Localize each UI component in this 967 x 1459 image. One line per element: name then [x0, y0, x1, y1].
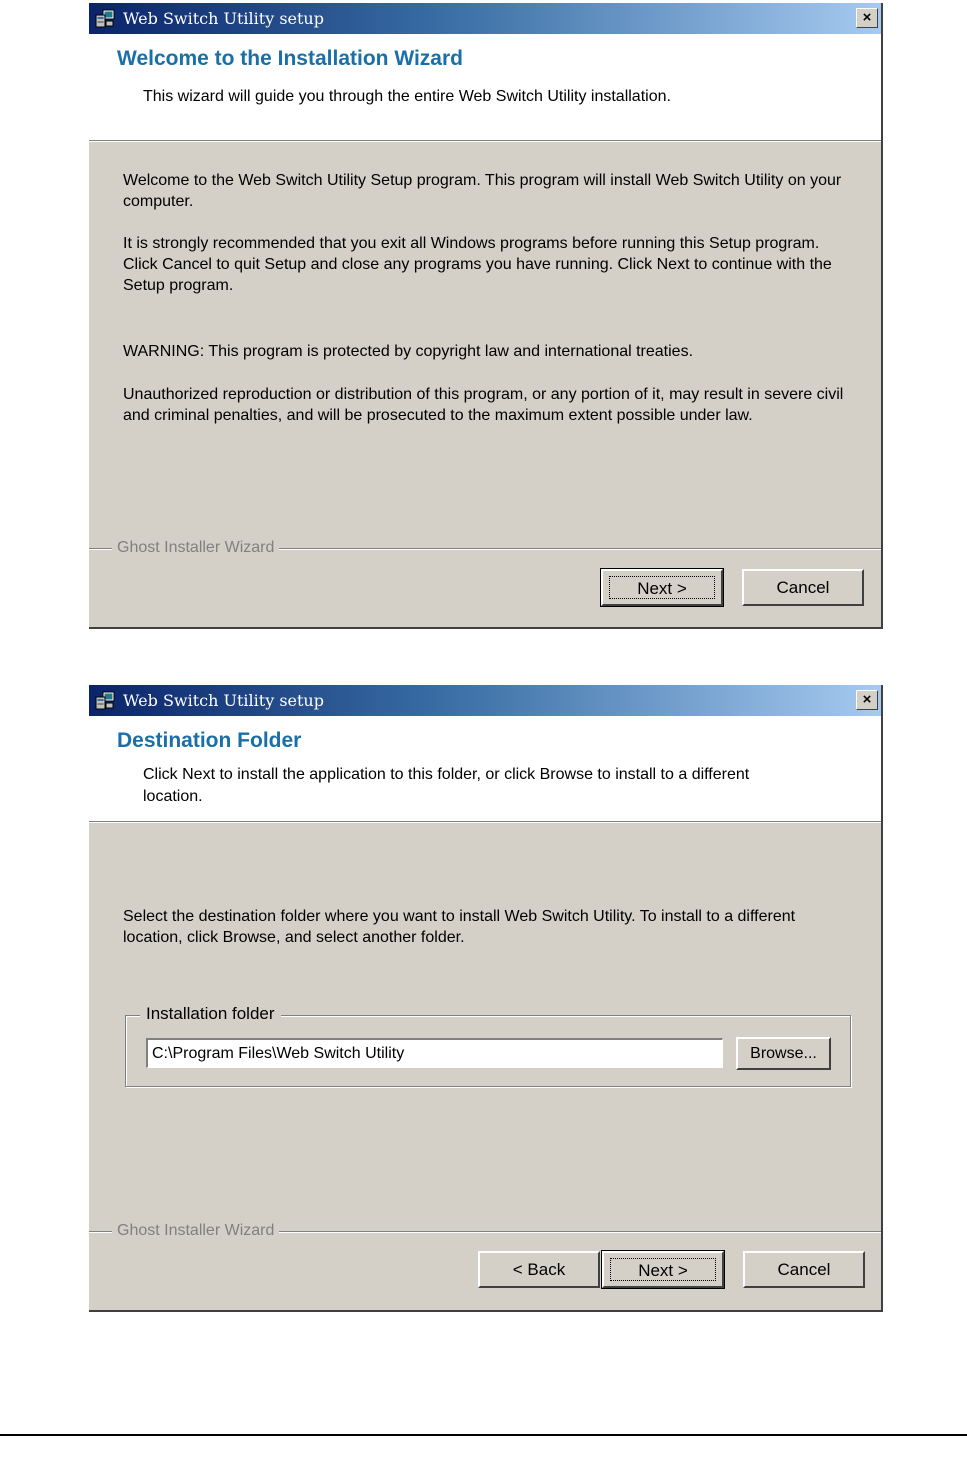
close-icon: ×: [862, 691, 872, 708]
window-title: Web Switch Utility setup: [123, 691, 324, 710]
legal-paragraph: Unauthorized reproduction or distributio…: [123, 386, 844, 424]
installation-folder-label: Installation folder: [140, 1004, 281, 1024]
page-title: Welcome to the Installation Wizard: [117, 47, 463, 70]
next-button[interactable]: Next >: [600, 568, 724, 607]
warning-paragraph: WARNING: This program is protected by co…: [123, 343, 694, 360]
next-button-label: Next >: [609, 576, 715, 599]
destination-folder-dialog: Web Switch Utility setup × Destination F…: [89, 685, 883, 1312]
instruction-text: Select the destination folder where you …: [123, 908, 796, 946]
cancel-button[interactable]: Cancel: [743, 1251, 865, 1288]
title-bar[interactable]: Web Switch Utility setup ×: [89, 685, 881, 716]
page-title: Destination Folder: [117, 729, 302, 752]
close-button[interactable]: ×: [856, 8, 878, 28]
back-button[interactable]: < Back: [478, 1251, 600, 1288]
title-bar[interactable]: Web Switch Utility setup ×: [89, 3, 881, 34]
page-subtitle: Click Next to install the application to…: [143, 766, 750, 805]
cancel-button[interactable]: Cancel: [742, 569, 864, 606]
welcome-dialog: Web Switch Utility setup × Welcome to th…: [89, 3, 883, 629]
setup-computer-icon: [95, 691, 115, 710]
folder-path-input[interactable]: [146, 1038, 723, 1068]
installation-folder-group: Installation folder Browse...: [125, 1004, 851, 1087]
wizard-header: Welcome to the Installation Wizard This …: [89, 34, 881, 141]
welcome-paragraph: Welcome to the Web Switch Utility Setup …: [123, 172, 842, 210]
group-label: Ghost Installer Wizard: [112, 539, 280, 557]
setup-computer-icon: [95, 9, 115, 28]
wizard-header: Destination Folder Click Next to install…: [89, 716, 881, 822]
close-button[interactable]: ×: [856, 690, 878, 710]
recommendation-paragraph: It is strongly recommended that you exit…: [123, 235, 832, 294]
window-title: Web Switch Utility setup: [123, 9, 324, 28]
close-icon: ×: [862, 9, 872, 26]
page-subtitle: This wizard will guide you through the e…: [143, 88, 671, 105]
next-button[interactable]: Next >: [601, 1250, 725, 1289]
next-button-label: Next >: [610, 1258, 716, 1281]
page-bottom-rule: [0, 1434, 967, 1436]
browse-button[interactable]: Browse...: [736, 1037, 831, 1070]
group-label: Ghost Installer Wizard: [112, 1222, 280, 1240]
